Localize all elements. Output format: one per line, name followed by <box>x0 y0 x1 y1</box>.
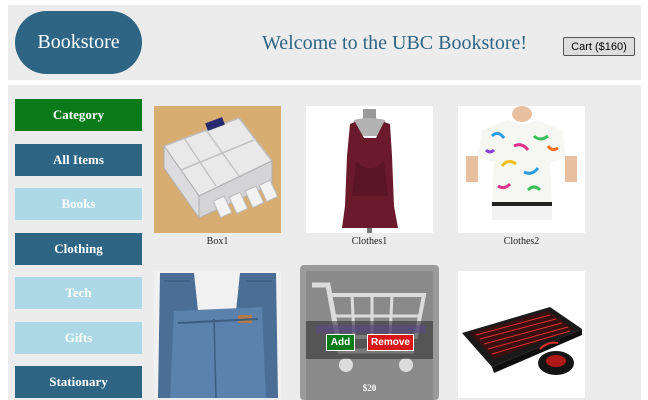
bookstore-logo[interactable]: Bookstore <box>15 11 142 74</box>
category-button[interactable]: Category <box>15 99 142 131</box>
add-to-cart-button[interactable]: Add <box>326 334 355 351</box>
sidebar-item-gifts[interactable]: Gifts <box>15 322 142 354</box>
product-card[interactable]: Box1 <box>154 106 281 247</box>
keyboard-image[interactable] <box>458 271 585 398</box>
sidebar-item-tech[interactable]: Tech <box>15 277 142 309</box>
product-name: Box1 <box>206 236 229 247</box>
header: Bookstore Welcome to the UBC Bookstore! … <box>8 5 641 80</box>
product-name: Clothes1 <box>351 236 388 247</box>
jeans-image[interactable] <box>154 271 281 398</box>
remove-from-cart-button[interactable]: Remove <box>367 334 414 351</box>
sidebar-item-stationary[interactable]: Stationary <box>15 366 142 398</box>
welcome-title: Welcome to the UBC Bookstore! <box>262 32 528 54</box>
box1-image[interactable] <box>154 106 281 233</box>
main-panel: Category All Items Books Clothing Tech G… <box>8 85 641 400</box>
cart-button[interactable]: Cart ($160) <box>563 37 635 56</box>
product-card[interactable] <box>154 271 281 398</box>
product-card[interactable]: Clothes1 <box>306 106 433 247</box>
product-name: Clothes2 <box>503 236 540 247</box>
sidebar-item-clothing[interactable]: Clothing <box>15 233 142 265</box>
clothes2-image[interactable] <box>458 106 585 233</box>
sidebar-item-books[interactable]: Books <box>15 188 142 220</box>
product-card[interactable]: Clothes2 <box>458 106 585 247</box>
price-label: $20 <box>362 383 377 393</box>
hovered-product-card[interactable]: Add Remove $20 <box>300 265 439 400</box>
cart-image[interactable]: Add Remove $20 <box>306 271 433 400</box>
product-card[interactable] <box>458 271 585 398</box>
clothes1-image[interactable] <box>306 106 433 233</box>
sidebar-item-all-items[interactable]: All Items <box>15 144 142 176</box>
